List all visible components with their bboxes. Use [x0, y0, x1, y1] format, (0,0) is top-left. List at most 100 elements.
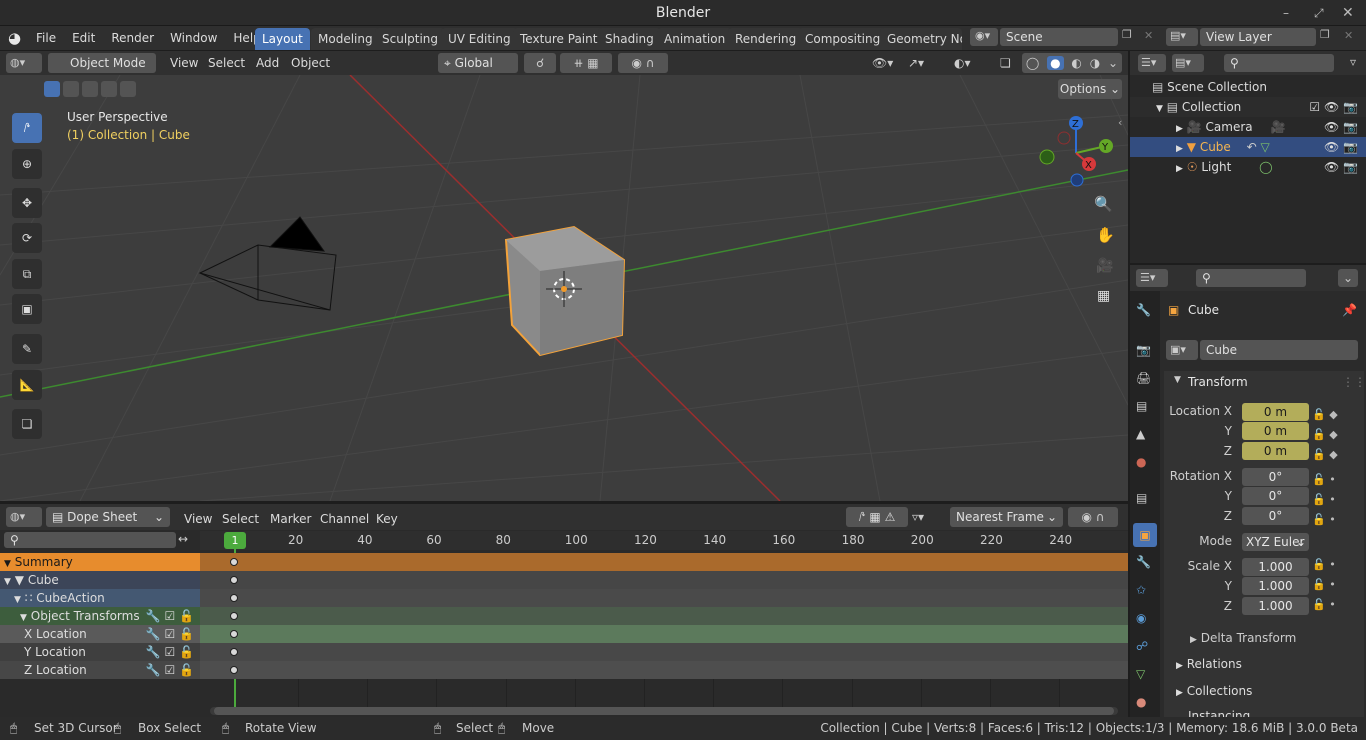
rotation-x-field[interactable]: 0° — [1242, 468, 1309, 486]
tab-texture-paint[interactable]: Texture Paint — [513, 28, 605, 50]
relations-panel[interactable]: ▶ Relations — [1176, 657, 1242, 671]
instancing-panel[interactable]: Instancing — [1188, 709, 1250, 717]
select-subtract-icon[interactable] — [82, 81, 98, 97]
tab-sculpting[interactable]: Sculpting — [375, 28, 446, 50]
lock-icon[interactable]: 🔓 • — [1312, 555, 1338, 575]
lock-icon[interactable]: 🔓 • — [1312, 490, 1338, 510]
outliner-editor-type-icon[interactable]: ☰▾ — [1138, 54, 1166, 72]
expand-arrow-icon[interactable]: ▶ — [1130, 124, 1183, 134]
delta-transform-subpanel[interactable]: ▶ Delta Transform — [1190, 631, 1296, 645]
shading-options-icon[interactable]: ⌄ — [1108, 56, 1118, 70]
scale-y-field[interactable]: 1.000 — [1242, 577, 1309, 595]
channel-summary[interactable]: ▼ Summary — [0, 553, 200, 571]
tab-compositing[interactable]: Compositing — [798, 28, 888, 50]
restore-icon[interactable]: ⤢ — [1314, 0, 1324, 26]
only-errors-icon[interactable]: ⚠ — [885, 510, 896, 524]
rotation-y-field[interactable]: 0° — [1242, 487, 1309, 505]
pivot-point-icon[interactable]: ☌ — [524, 53, 556, 73]
lock-icon[interactable]: 🔓 ◆ — [1312, 405, 1338, 425]
object-mode-dropdown[interactable]: Object Mode⌄ — [48, 53, 156, 90]
select-box-tool[interactable]: ⭚ — [12, 113, 42, 143]
tab-geometry-nodes[interactable]: Geometry Nod — [880, 28, 962, 50]
expand-arrow-icon[interactable]: ▶ — [1130, 164, 1183, 174]
keyframe-marker[interactable] — [230, 594, 238, 602]
location-z-field[interactable]: 0 m — [1242, 442, 1309, 460]
view-layer-field[interactable]: View Layer — [1200, 28, 1316, 46]
transform-panel-title[interactable]: Transform — [1188, 375, 1248, 389]
dopesheet-menu-select[interactable]: Select — [214, 508, 267, 530]
add-cube-tool[interactable]: ❏ — [12, 409, 42, 439]
dopesheet-editor-type-icon[interactable]: ◍▾ — [6, 507, 42, 527]
remove-scene-icon[interactable]: ✕ — [1144, 29, 1153, 42]
menu-window[interactable]: Window — [162, 27, 225, 49]
channel-cube[interactable]: ▼ ▼ Cube — [0, 571, 200, 589]
rotation-z-field[interactable]: 0° — [1242, 507, 1309, 525]
keyframe-marker[interactable] — [230, 558, 238, 566]
render-camera-icon[interactable]: 📷 — [1343, 120, 1358, 134]
camera-object[interactable] — [198, 216, 337, 311]
rotation-mode-dropdown[interactable]: XYZ Euler ⌄ — [1242, 533, 1309, 551]
new-view-layer-icon[interactable]: ❐ — [1320, 28, 1330, 41]
scale-tool[interactable]: ⧉ — [12, 259, 42, 289]
keyframe-marker[interactable] — [230, 666, 238, 674]
collections-panel[interactable]: ▶ Collections — [1176, 684, 1252, 698]
viewport-menu-add[interactable]: Add — [248, 52, 287, 74]
filter-icon[interactable]: ▿ — [1350, 55, 1356, 69]
lock-icon[interactable]: 🔓 • — [1312, 595, 1338, 615]
material-shading-icon[interactable]: ◐ — [1071, 56, 1081, 70]
render-camera-icon[interactable]: 📷 — [1343, 100, 1358, 114]
swap-icon[interactable]: ↔ — [178, 532, 188, 546]
keyframe-marker[interactable] — [230, 576, 238, 584]
scene-selector[interactable]: ◉▾ — [970, 28, 998, 46]
minimize-icon[interactable]: – — [1283, 0, 1289, 26]
channel-object-transforms[interactable]: ▼ Object Transforms 🔧 ☑ 🔓 — [0, 607, 200, 625]
view-layer-selector[interactable]: ▤▾ — [1166, 28, 1198, 46]
orthographic-grid-icon[interactable]: ▦ — [1097, 288, 1110, 304]
camera-view-icon[interactable]: 🎥 — [1096, 258, 1113, 274]
eye-icon[interactable]: 👁 — [1324, 120, 1339, 134]
tab-layout[interactable]: Layout — [255, 28, 310, 50]
mesh-data-tab-icon[interactable]: ▽ — [1136, 667, 1145, 681]
scrollbar-thumb[interactable] — [214, 707, 1114, 715]
object-browse-icon[interactable]: ▣▾ — [1166, 340, 1198, 360]
zoom-icon[interactable]: 🔍 — [1094, 195, 1113, 213]
current-frame-indicator[interactable]: 1 — [224, 532, 246, 549]
checkbox-icon[interactable]: ☑ — [164, 627, 175, 641]
display-mode-icon[interactable]: ▤▾ — [1172, 54, 1204, 72]
move-tool[interactable]: ✥ — [12, 188, 42, 218]
properties-editor-type-icon[interactable]: ☰▾ — [1136, 269, 1168, 287]
tab-shading[interactable]: Shading — [598, 28, 661, 50]
snap-mode-dropdown[interactable]: Nearest Frame ⌄ — [950, 507, 1063, 527]
wrench-icon[interactable]: 🔧 — [146, 609, 161, 623]
wireframe-shading-icon[interactable]: ◯ — [1026, 56, 1039, 70]
rendered-shading-icon[interactable]: ◑ — [1090, 56, 1100, 70]
navigation-gizmo[interactable]: Z Y X — [1036, 113, 1116, 193]
keyframe-marker[interactable] — [230, 612, 238, 620]
viewport-options-button[interactable]: Options ⌄ — [1058, 79, 1122, 99]
transform-tool[interactable]: ▣ — [12, 294, 42, 324]
channel-search-input[interactable]: ⚲ — [4, 532, 176, 548]
channel-y-location[interactable]: Y Location 🔧 ☑ 🔓 — [0, 643, 200, 661]
render-camera-icon[interactable]: 📷 — [1343, 160, 1358, 174]
dopesheet-menu-marker[interactable]: Marker — [262, 508, 319, 530]
wrench-icon[interactable]: 🔧 — [146, 645, 161, 659]
tab-animation[interactable]: Animation — [657, 28, 733, 50]
checkbox-icon[interactable]: ☑ — [164, 609, 175, 623]
channel-z-location[interactable]: Z Location 🔧 ☑ 🔓 — [0, 661, 200, 679]
lock-icon[interactable]: 🔓 — [179, 645, 194, 659]
gizmo-icon[interactable]: ↗▾ — [908, 53, 948, 73]
lock-icon[interactable]: 🔓 • — [1312, 470, 1338, 490]
outliner-row-scene-collection[interactable]: ▤ Scene Collection — [1130, 77, 1366, 97]
scene-field[interactable]: Scene — [1000, 28, 1118, 46]
constraints-tab-icon[interactable]: ☍ — [1136, 639, 1148, 653]
select-invert-icon[interactable] — [101, 81, 117, 97]
select-intersect-icon[interactable] — [120, 81, 136, 97]
cursor-tool[interactable]: ⊕ — [12, 149, 42, 179]
scale-x-field[interactable]: 1.000 — [1242, 558, 1309, 576]
material-tab-icon[interactable]: ● — [1136, 695, 1146, 709]
channel-x-location[interactable]: X Location 🔧 ☑ 🔓 — [0, 625, 200, 643]
dopesheet-mode-dropdown[interactable]: ▤ Dope Sheet ⌄ — [46, 507, 170, 527]
outliner-row-camera[interactable]: ▶ 🎥 Camera 🎥 👁 📷 — [1130, 117, 1366, 137]
show-hidden-icon[interactable]: ▦ — [869, 510, 880, 524]
drag-handle-icon[interactable]: ⋮⋮ — [1342, 375, 1366, 389]
